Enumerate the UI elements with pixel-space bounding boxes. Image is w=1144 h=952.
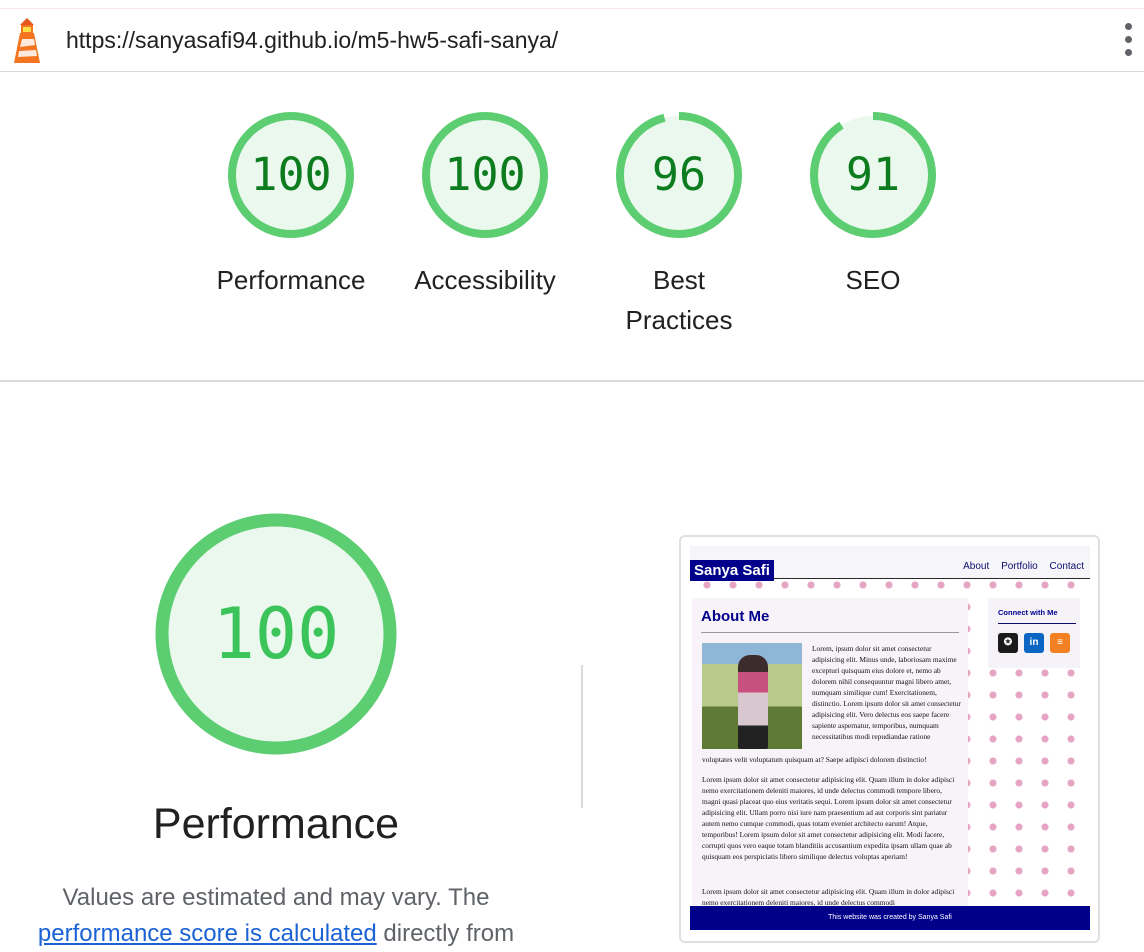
report-url-bar: https://sanyasafi94.github.io/m5-hw5-saf… [0,9,1144,72]
more-vert-icon[interactable] [1118,23,1138,63]
score-calculation-link[interactable]: performance score is calculated [38,920,377,947]
stackoverflow-icon: ≡ [1050,633,1070,653]
nav-link-portfolio: Portfolio [1001,561,1038,572]
section-divider [0,380,1144,382]
about-paragraph-1: Lorem, ipsum dolor sit amet consectetur … [812,644,961,741]
profile-photo [702,643,802,749]
gauge-label: Accessibility [414,265,556,295]
vertical-divider [581,665,583,808]
linkedin-icon: in [1024,633,1044,653]
about-section: About Me Lorem, ipsum dolor sit amet con… [692,598,968,918]
lighthouse-icon [14,18,40,63]
github-icon: ✪ [998,633,1018,653]
description-text: Values are estimated and may vary. The [62,884,490,911]
site-nav-links: About Portfolio Contact [954,561,1084,572]
gauge-label: Performance [216,265,366,295]
about-paragraph-2: Lorem ipsum dolor sit amet consectetur a… [702,775,955,861]
about-paragraph-1-tail: voluptates velit voluptatum quisquam at?… [702,755,927,764]
gauge-label: SEO [845,265,901,295]
connect-card: Connect with Me ✪ in ≡ [988,598,1080,668]
screenshot-website: Sanya Safi About Portfolio Contact About… [690,546,1090,930]
description-text-end: directly from [376,920,515,947]
performance-description: Values are estimated and may vary. The p… [0,880,552,952]
gauge-label: Best Practices [625,265,733,335]
gauge-best-practices[interactable]: 96 Best Practices [584,110,774,340]
site-navbar: Sanya Safi About Portfolio Contact [690,546,1090,581]
gauge-score: 96 [651,148,707,201]
performance-title: Performance [152,800,400,848]
page-url[interactable]: https://sanyasafi94.github.io/m5-hw5-saf… [66,27,558,54]
site-footer: This website was created by Sanya Safi [690,906,1090,930]
about-paragraph-3: Lorem ipsum dolor sit amet consectetur a… [702,887,955,907]
gauge-seo[interactable]: 91 SEO [778,110,968,300]
gauge-accessibility[interactable]: 100 Accessibility [390,110,580,300]
connect-rule [998,623,1076,624]
score-gauges: 100 Performance 100 Accessibility 96 Bes… [0,72,1144,380]
nav-link-about: About [963,561,990,572]
connect-title: Connect with Me [998,608,1058,617]
final-screenshot[interactable]: Sanya Safi About Portfolio Contact About… [679,535,1100,943]
site-brand: Sanya Safi [690,560,774,581]
gauge-score: 100 [250,148,332,201]
about-heading: About Me [701,608,770,625]
about-rule [701,632,959,633]
nav-link-contact: Contact [1049,561,1084,572]
performance-big-score: 100 [212,593,340,675]
gauge-performance[interactable]: 100 Performance [196,110,386,300]
performance-big-gauge: 100 [150,508,402,760]
gauge-score: 100 [444,148,526,201]
gauge-score: 91 [845,148,901,201]
